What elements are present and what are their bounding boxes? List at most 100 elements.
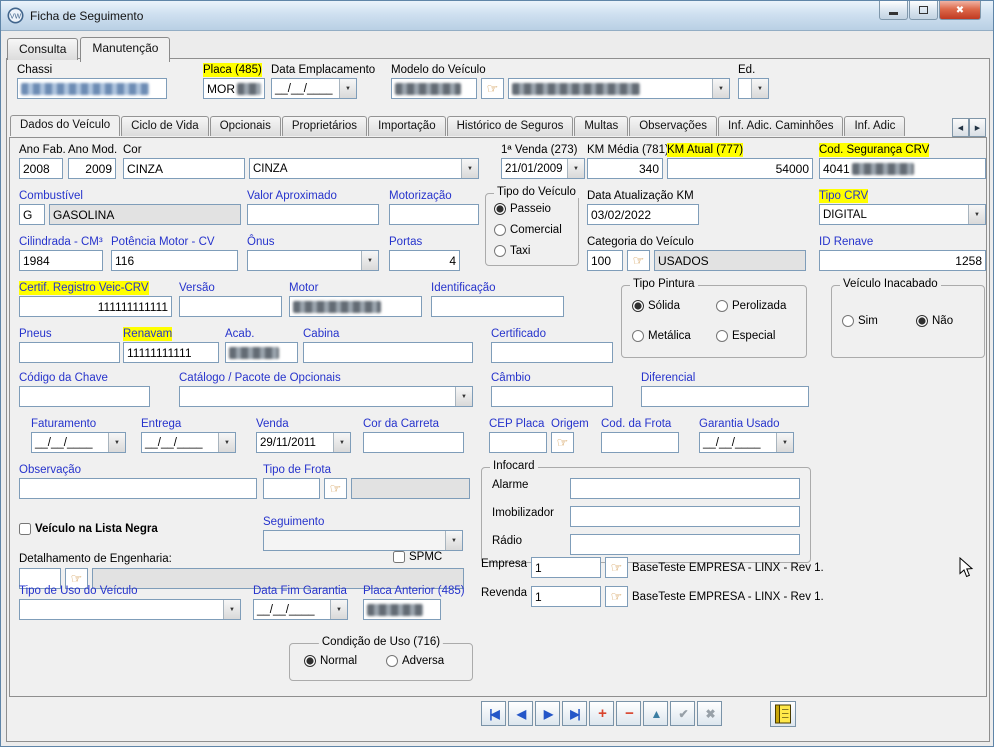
yellow-card-button[interactable]	[770, 701, 796, 727]
chevron-down-icon[interactable]: ▼	[445, 531, 462, 550]
valor-aproximado-input[interactable]	[247, 204, 379, 225]
lista-negra-checkbox[interactable]: Veículo na Lista Negra	[19, 523, 158, 535]
cilindrada-input[interactable]: 1984	[19, 250, 103, 271]
tab-dados-do-veiculo[interactable]: Dados do Veículo	[10, 115, 120, 136]
cambio-input[interactable]	[491, 386, 613, 407]
placa-input[interactable]: MOR	[203, 78, 265, 99]
cor-carreta-input[interactable]	[363, 432, 464, 453]
revenda-lookup-button[interactable]: ☞	[605, 586, 628, 607]
radio-perolizada-input[interactable]	[716, 300, 728, 312]
chevron-down-icon[interactable]: ▼	[333, 433, 350, 452]
cabina-input[interactable]	[303, 342, 473, 363]
nav-first-button[interactable]: |◀	[481, 701, 506, 726]
nav-cancel-button[interactable]: ✖	[697, 701, 722, 726]
radio-especial[interactable]: Especial	[716, 330, 775, 342]
spmc-checkbox[interactable]: SPMC	[393, 551, 442, 563]
nav-prior-button[interactable]: ◀	[508, 701, 533, 726]
modelo-descricao-combo[interactable]: ▼	[508, 78, 730, 99]
cod-frota-input[interactable]	[601, 432, 679, 453]
tab-observacoes[interactable]: Observações	[629, 116, 717, 136]
alarme-input[interactable]	[570, 478, 800, 499]
chevron-down-icon[interactable]: ▼	[567, 159, 584, 178]
tab-manutencao[interactable]: Manutenção	[80, 37, 170, 62]
versao-input[interactable]	[179, 296, 282, 317]
tab-scroll-right-button[interactable]: ▶	[969, 118, 986, 137]
radio-sim[interactable]: Sim	[842, 315, 878, 327]
km-atual-input[interactable]: 54000	[667, 158, 813, 179]
chassi-input[interactable]	[17, 78, 167, 99]
chevron-down-icon[interactable]: ▼	[712, 79, 729, 98]
radio-solida[interactable]: Sólida	[632, 300, 680, 312]
certif-crv-input[interactable]: 111111111111	[19, 296, 172, 317]
radio-nao[interactable]: Não	[916, 315, 953, 327]
minimize-button[interactable]	[879, 1, 908, 20]
chevron-down-icon[interactable]: ▼	[223, 600, 240, 619]
nav-post-button[interactable]: ✔	[670, 701, 695, 726]
chevron-down-icon[interactable]: ▼	[330, 600, 347, 619]
tab-consulta[interactable]: Consulta	[7, 38, 78, 60]
chevron-down-icon[interactable]: ▼	[776, 433, 793, 452]
faturamento-input[interactable]: __/__/____ ▼	[31, 432, 126, 453]
data-atualizacao-km-input[interactable]: 03/02/2022	[587, 204, 699, 225]
lista-negra-checkbox-input[interactable]	[19, 523, 31, 535]
acab-input[interactable]	[225, 342, 298, 363]
origem-lookup-button[interactable]: ☞	[551, 432, 574, 453]
tab-inf-adic-caminhoes[interactable]: Inf. Adic. Caminhões	[718, 116, 843, 136]
tab-scroll-left-button[interactable]: ◀	[952, 118, 969, 137]
cor-combo[interactable]: CINZA ▼	[249, 158, 479, 179]
radio-taxi-input[interactable]	[494, 245, 506, 257]
categoria-lookup-button[interactable]: ☞	[627, 250, 650, 271]
chevron-down-icon[interactable]: ▼	[108, 433, 125, 452]
chevron-down-icon[interactable]: ▼	[751, 79, 768, 98]
catalogo-combo[interactable]: ▼	[179, 386, 473, 407]
tab-historico-de-seguros[interactable]: Histórico de Seguros	[447, 116, 574, 136]
onus-combo[interactable]: ▼	[247, 250, 379, 271]
tab-importacao[interactable]: Importação	[368, 116, 446, 136]
tipo-frota-input[interactable]	[263, 478, 320, 499]
cor-input[interactable]: CINZA	[123, 158, 245, 179]
data-emplacamento-input[interactable]: __/__/____ ▼	[271, 78, 357, 99]
chevron-down-icon[interactable]: ▼	[218, 433, 235, 452]
tab-ciclo-de-vida[interactable]: Ciclo de Vida	[121, 116, 209, 136]
radio-sim-input[interactable]	[842, 315, 854, 327]
nav-delete-button[interactable]: −	[616, 701, 641, 726]
imobilizador-input[interactable]	[570, 506, 800, 527]
radio-metalica[interactable]: Metálica	[632, 330, 691, 342]
radio-passeio[interactable]: Passeio	[494, 203, 551, 215]
radio-normal[interactable]: Normal	[304, 655, 357, 667]
id-renave-input[interactable]: 1258	[819, 250, 986, 271]
radio-metalica-input[interactable]	[632, 330, 644, 342]
radio-perolizada[interactable]: Perolizada	[716, 300, 786, 312]
tab-opcionais[interactable]: Opcionais	[210, 116, 281, 136]
identificacao-input[interactable]	[431, 296, 564, 317]
maximize-button[interactable]	[909, 1, 938, 20]
data-fim-garantia-input[interactable]: __/__/____ ▼	[253, 599, 348, 620]
potencia-motor-input[interactable]: 116	[111, 250, 238, 271]
categoria-code-input[interactable]: 100	[587, 250, 623, 271]
km-media-input[interactable]: 340	[587, 158, 663, 179]
titlebar[interactable]: VW Ficha de Seguimento ✖	[1, 1, 993, 31]
tab-proprietarios[interactable]: Proprietários	[282, 116, 367, 136]
combustivel-code-input[interactable]: G	[19, 204, 45, 225]
entrega-input[interactable]: __/__/____ ▼	[141, 432, 236, 453]
radio-especial-input[interactable]	[716, 330, 728, 342]
motorizacao-input[interactable]	[389, 204, 479, 225]
ano-mod-input[interactable]: 2009	[68, 158, 116, 179]
modelo-lookup-button[interactable]: ☞	[481, 78, 504, 99]
portas-input[interactable]: 4	[389, 250, 460, 271]
close-button[interactable]: ✖	[939, 1, 981, 20]
radio-taxi[interactable]: Taxi	[494, 245, 530, 257]
certificado-input[interactable]	[491, 342, 613, 363]
nav-insert-button[interactable]: +	[589, 701, 614, 726]
empresa-input[interactable]: 1	[531, 557, 601, 578]
nav-next-button[interactable]: ▶	[535, 701, 560, 726]
chevron-down-icon[interactable]: ▼	[455, 387, 472, 406]
garantia-usado-input[interactable]: __/__/____ ▼	[699, 432, 794, 453]
empresa-lookup-button[interactable]: ☞	[605, 557, 628, 578]
radio-nao-input[interactable]	[916, 315, 928, 327]
tab-inf-adic[interactable]: Inf. Adic	[844, 116, 905, 136]
chevron-down-icon[interactable]: ▼	[968, 205, 985, 224]
diferencial-input[interactable]	[641, 386, 809, 407]
chevron-down-icon[interactable]: ▼	[339, 79, 356, 98]
radio-comercial[interactable]: Comercial	[494, 224, 562, 236]
